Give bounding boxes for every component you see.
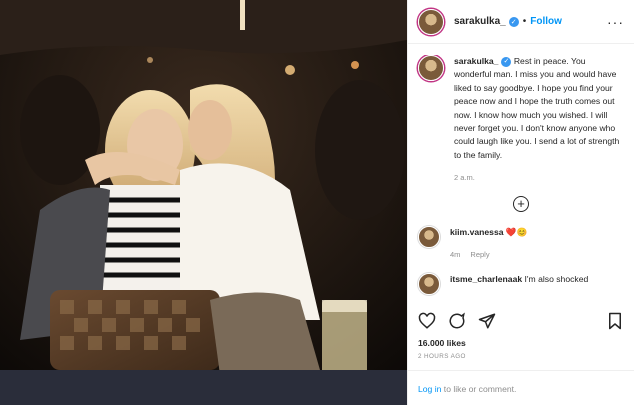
comment-emoji: ❤️😊 (505, 226, 528, 237)
heart-icon[interactable] (418, 312, 436, 330)
share-icon[interactable] (478, 312, 496, 330)
comment-username[interactable]: kiim.vanessa (450, 227, 504, 237)
likes-count[interactable]: 16.000 likes (418, 338, 466, 348)
post-side-panel: sarakulka_ ✓ • Follow ··· sarakulka_ ✓ Re… (407, 0, 634, 405)
avatar[interactable] (418, 8, 444, 35)
verified-badge-icon: ✓ (501, 56, 512, 67)
caption-text: Rest in peace. You wonderful man. I miss… (454, 56, 620, 160)
avatar[interactable] (418, 55, 444, 81)
divider (408, 370, 634, 371)
post-header: sarakulka_ ✓ • Follow ··· (408, 0, 634, 44)
username-link[interactable]: sarakulka_ (454, 16, 506, 27)
action-bar (418, 312, 624, 330)
list-item: kiim.vanessa ❤️😊 4m Reply (418, 225, 624, 262)
caption-time[interactable]: 2 a.m. (454, 173, 475, 182)
caption-username[interactable]: sarakulka_ (454, 56, 498, 66)
reply-button[interactable]: Reply (470, 250, 489, 259)
caption: sarakulka_ ✓ Rest in peace. You wonderful… (418, 55, 624, 185)
login-prompt-text: to like or comment. (441, 384, 517, 394)
comment-icon[interactable] (448, 312, 466, 330)
comment-text: I'm also shocked (524, 274, 589, 285)
list-item: itsme_charlenaak I'm also shocked (418, 273, 624, 296)
bookmark-icon[interactable] (606, 312, 624, 330)
follow-button[interactable]: Follow (530, 16, 562, 27)
post-photo[interactable] (0, 0, 407, 405)
plus-circle-icon[interactable]: + (513, 195, 529, 212)
comment-username[interactable]: itsme_charlenaak (450, 274, 522, 284)
avatar[interactable] (418, 273, 440, 296)
login-prompt: Log in to like or comment. (418, 384, 516, 394)
more-horizontal-icon[interactable]: ··· (607, 14, 624, 30)
photo-image (0, 0, 407, 405)
login-link[interactable]: Log in (418, 384, 441, 394)
avatar[interactable] (418, 225, 440, 248)
post-timestamp[interactable]: 2 HOURS AGO (418, 353, 466, 360)
comments-list[interactable]: sarakulka_ ✓ Rest in peace. You wonderful… (408, 55, 634, 305)
comment-time[interactable]: 4m (450, 250, 460, 259)
separator-dot: • (522, 16, 527, 27)
verified-badge-icon: ✓ (508, 16, 519, 27)
